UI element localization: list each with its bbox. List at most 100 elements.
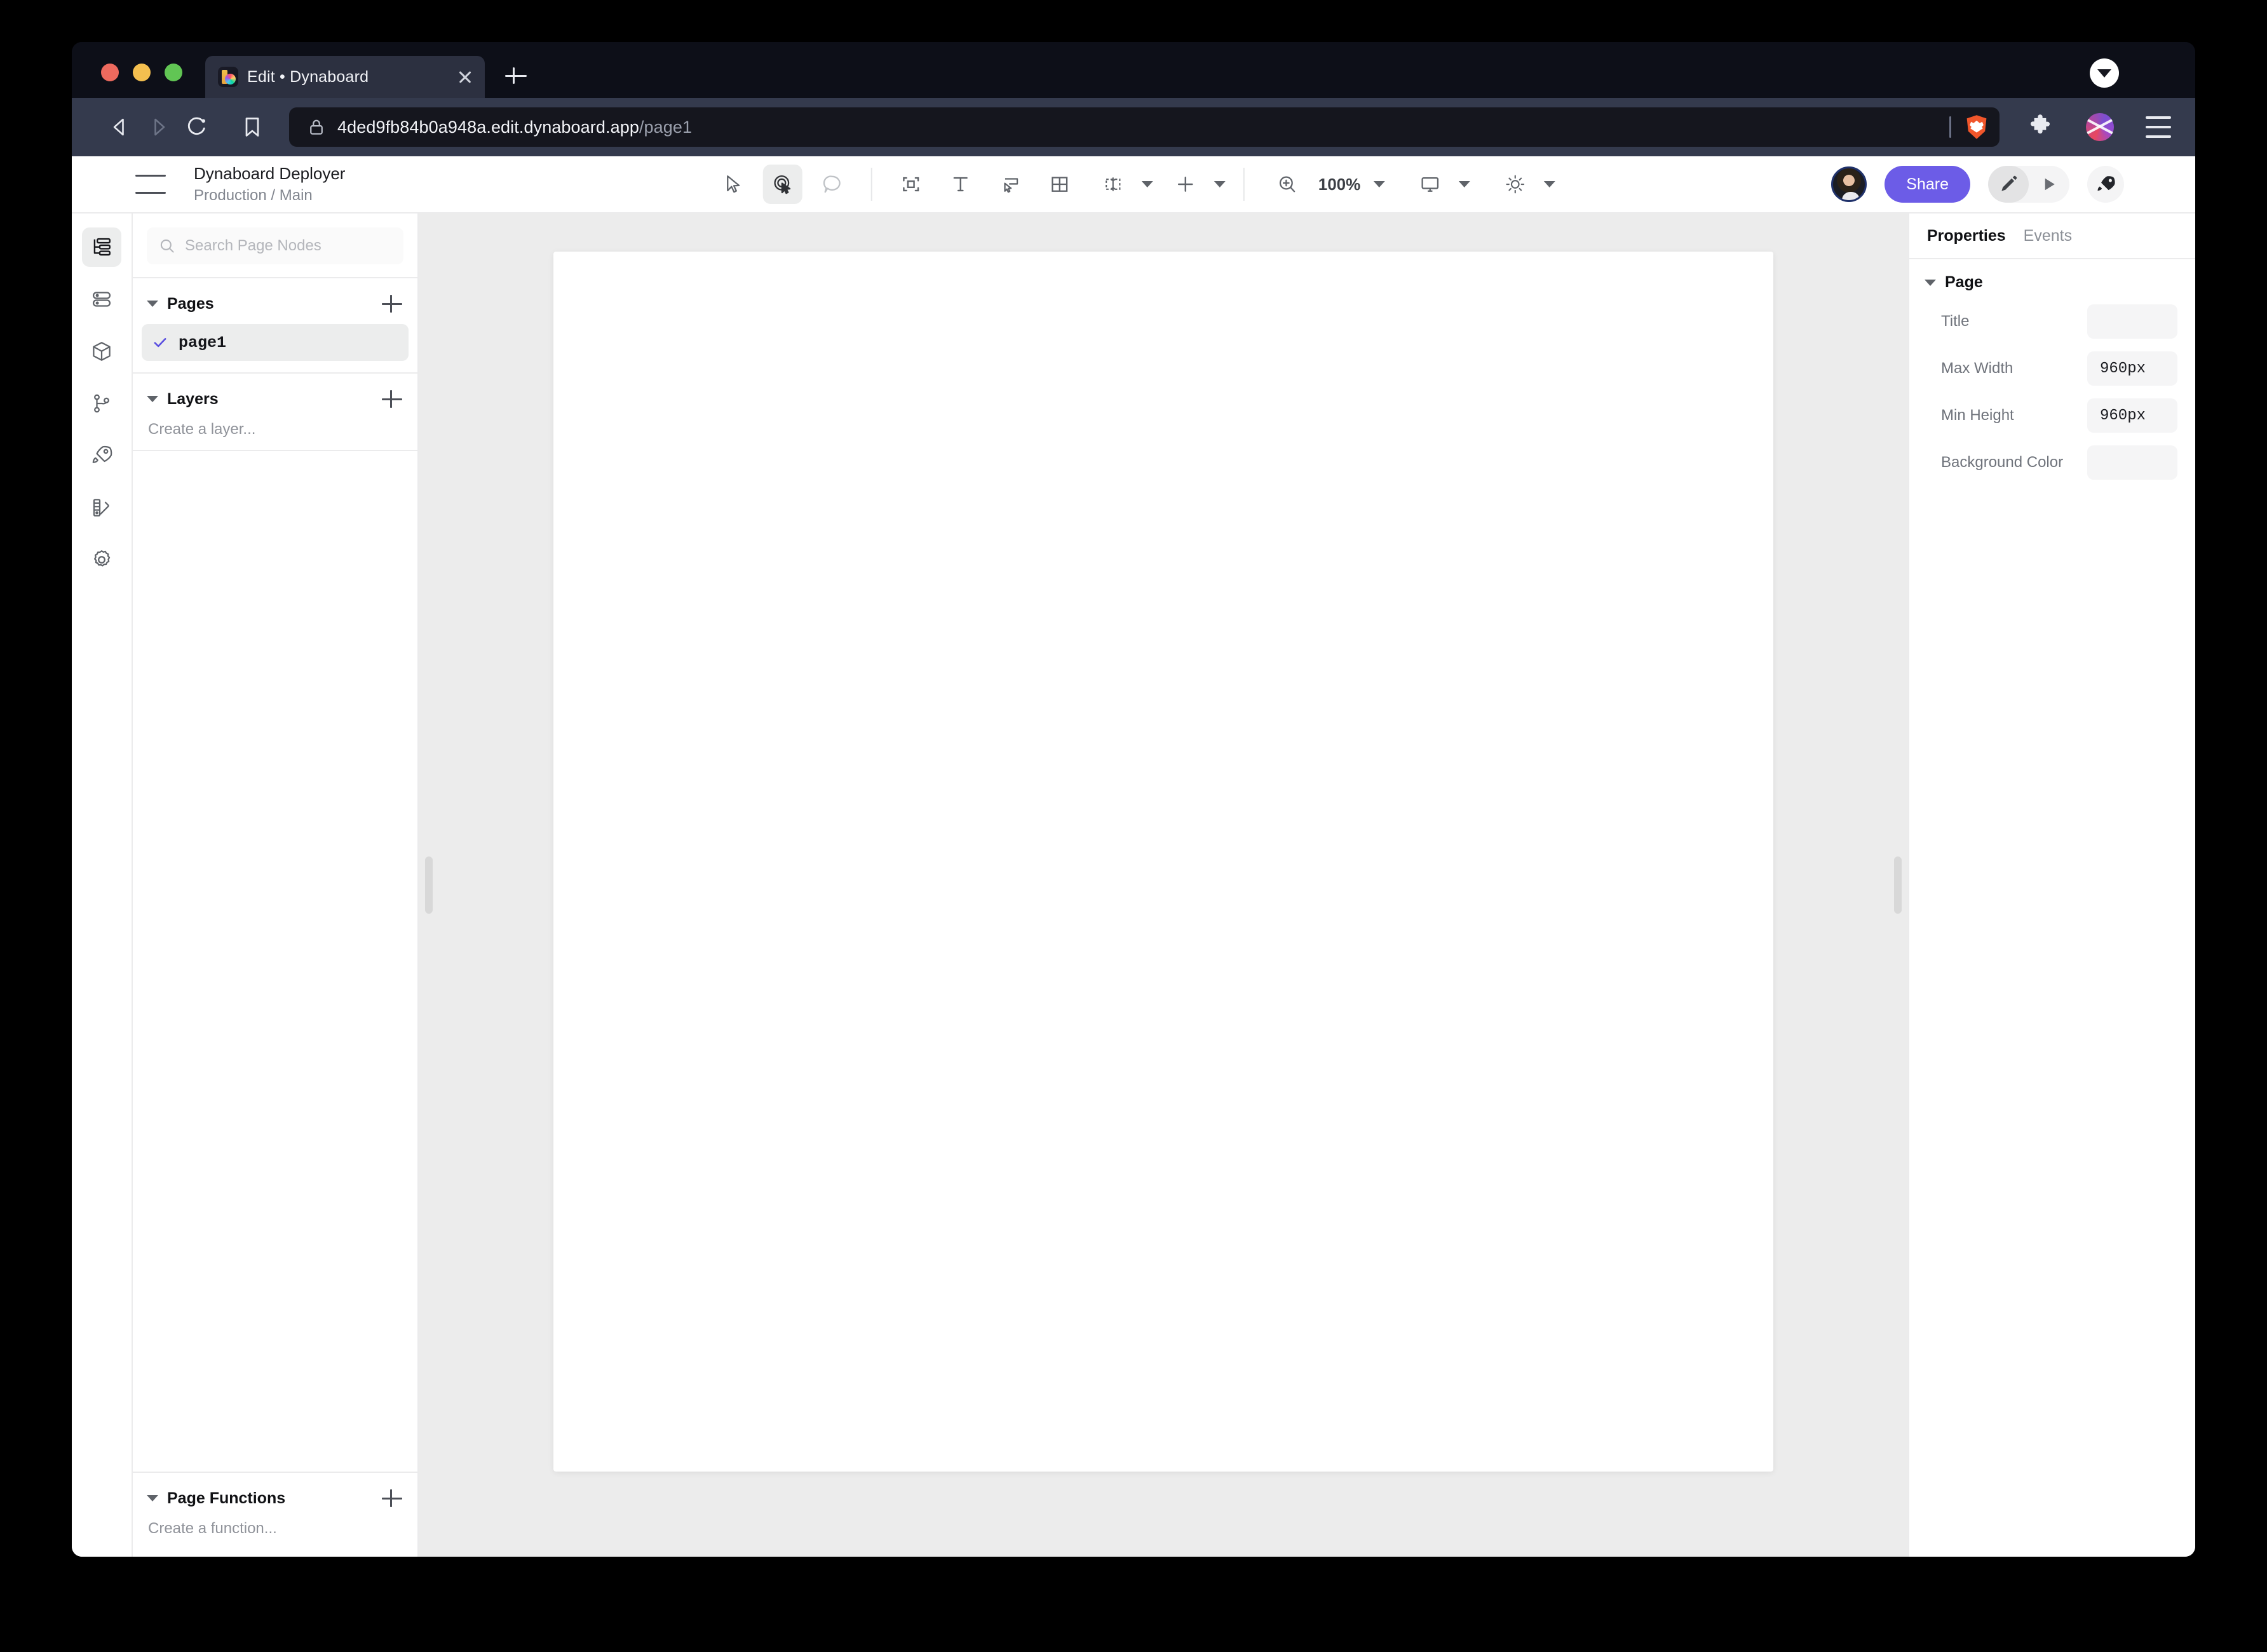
- layers-section-head[interactable]: Layers: [133, 385, 417, 413]
- page-canvas[interactable]: [553, 252, 1773, 1472]
- layout-distribute-menu[interactable]: [1088, 165, 1153, 204]
- chevron-down-icon: [1543, 181, 1555, 187]
- browser-tab[interactable]: Edit • Dynaboard: [205, 56, 485, 98]
- plus-icon[interactable]: [1166, 165, 1205, 204]
- zoom-control[interactable]: 100%: [1262, 165, 1385, 204]
- monitor-icon[interactable]: [1410, 165, 1449, 204]
- interact-pointer-icon[interactable]: [762, 165, 802, 204]
- button-icon[interactable]: [991, 165, 1030, 204]
- container-icon[interactable]: [891, 165, 931, 204]
- property-label: Title: [1941, 313, 1970, 330]
- sidebar-item-settings[interactable]: [82, 540, 121, 579]
- pencil-icon: [2001, 175, 2017, 191]
- tab-list-button[interactable]: [2090, 58, 2119, 88]
- add-layer-button[interactable]: [381, 388, 403, 410]
- right-panel-resize-handle[interactable]: [1894, 856, 1902, 914]
- hamburger-menu-icon[interactable]: [2146, 116, 2171, 138]
- property-row-max-width: Max Width 960px: [1909, 345, 2195, 392]
- brave-profile-icon[interactable]: [2086, 113, 2114, 141]
- chevron-down-icon: [1373, 181, 1385, 187]
- project-branch: Production / Main: [194, 187, 313, 204]
- device-selector[interactable]: [1405, 165, 1470, 204]
- property-row-background-color: Background Color: [1909, 439, 2195, 486]
- page-properties-section-title: Page: [1945, 273, 1983, 291]
- search-input[interactable]: [185, 237, 392, 255]
- layers-empty-text[interactable]: Create a layer...: [133, 413, 417, 438]
- add-function-button[interactable]: [381, 1487, 403, 1510]
- sidebar-item-page-nodes[interactable]: [82, 227, 121, 267]
- browser-toolbar-right: [2026, 113, 2171, 141]
- bookmark-icon[interactable]: [233, 108, 271, 146]
- sidebar-item-deployments[interactable]: [82, 436, 121, 475]
- dynaboard-logo-icon: [218, 67, 238, 87]
- preview-mode-button[interactable]: [2029, 166, 2069, 203]
- chevron-down-icon[interactable]: [147, 301, 158, 307]
- browser-tab-strip: Edit • Dynaboard: [72, 42, 2195, 98]
- page-properties-section-head[interactable]: Page: [1909, 259, 2195, 298]
- comment-bubble-icon[interactable]: [813, 165, 852, 204]
- puzzle-piece-icon[interactable]: [2026, 113, 2054, 141]
- sun-icon[interactable]: [1495, 165, 1534, 204]
- pages-section-head[interactable]: Pages: [133, 290, 417, 318]
- canvas-area[interactable]: [419, 213, 1908, 1557]
- forward-arrow-icon: [139, 108, 177, 146]
- title-field[interactable]: [2087, 304, 2177, 339]
- brave-shield-lion-icon[interactable]: [1963, 113, 1991, 141]
- left-panel: Pages page1 Layers: [133, 213, 419, 1557]
- sidebar-item-version-control[interactable]: [82, 384, 121, 423]
- avatar[interactable]: [1831, 166, 1867, 202]
- property-row-min-height: Min Height 960px: [1909, 392, 2195, 439]
- table-grid-icon[interactable]: [1040, 165, 1079, 204]
- tab-properties[interactable]: Properties: [1927, 227, 2006, 245]
- window-minimize-button[interactable]: [133, 64, 151, 81]
- url-bar[interactable]: 4ded9fb84b0a948a.edit.dynaboard.app/page…: [289, 107, 2000, 147]
- list-item[interactable]: page1: [142, 324, 409, 361]
- add-node-menu[interactable]: [1161, 165, 1226, 204]
- add-page-button[interactable]: [381, 292, 403, 315]
- url-text: 4ded9fb84b0a948a.edit.dynaboard.app/page…: [337, 118, 1938, 137]
- text-icon[interactable]: [941, 165, 980, 204]
- page-functions-section-head[interactable]: Page Functions: [133, 1484, 417, 1512]
- panel-spacer: [133, 451, 417, 1472]
- chevron-down-icon: [1141, 181, 1153, 187]
- new-tab-button[interactable]: [503, 62, 529, 89]
- window-close-button[interactable]: [101, 64, 119, 81]
- property-value: 960px: [2100, 407, 2146, 424]
- back-arrow-icon[interactable]: [101, 108, 139, 146]
- share-button[interactable]: Share: [1885, 166, 1970, 203]
- check-icon: [154, 338, 166, 348]
- page-functions-empty-text[interactable]: Create a function...: [133, 1512, 417, 1538]
- search-row: [133, 213, 417, 278]
- close-icon[interactable]: [456, 67, 475, 86]
- left-panel-resize-handle[interactable]: [425, 856, 433, 914]
- deploy-button[interactable]: [2087, 166, 2124, 203]
- zoom-in-icon[interactable]: [1268, 165, 1307, 204]
- edit-mode-button[interactable]: [1988, 166, 2029, 203]
- properties-tabs: Properties Events: [1909, 213, 2195, 259]
- reload-icon[interactable]: [177, 108, 215, 146]
- theme-selector[interactable]: [1490, 165, 1555, 204]
- window-traffic-lights: [72, 64, 182, 98]
- chevron-down-icon[interactable]: [147, 1495, 158, 1501]
- sidebar-item-components[interactable]: [82, 332, 121, 371]
- pages-section: Pages page1: [133, 278, 417, 374]
- min-height-field[interactable]: 960px: [2087, 398, 2177, 433]
- sidebar-item-data-sources[interactable]: [82, 280, 121, 319]
- cursor-select-icon[interactable]: [714, 165, 753, 204]
- chevron-down-icon[interactable]: [1925, 279, 1936, 286]
- chevron-down-icon[interactable]: [147, 396, 158, 402]
- max-width-field[interactable]: 960px: [2087, 351, 2177, 386]
- editor-toolbar: 100%: [708, 165, 1559, 204]
- window-zoom-button[interactable]: [165, 64, 182, 81]
- toolbar-divider: [1243, 168, 1245, 201]
- project-name: Dynaboard Deployer: [194, 164, 346, 183]
- search-icon: [160, 239, 174, 253]
- background-color-field[interactable]: [2087, 445, 2177, 480]
- chevron-down-icon: [2097, 69, 2111, 78]
- tab-events[interactable]: Events: [2024, 227, 2072, 245]
- properties-panel: Properties Events Page Title Max Width 9…: [1908, 213, 2195, 1557]
- layout-distribute-icon[interactable]: [1093, 165, 1133, 204]
- app-menu-button[interactable]: [135, 175, 166, 194]
- search-input-wrap[interactable]: [147, 227, 403, 264]
- sidebar-item-theme[interactable]: [82, 488, 121, 527]
